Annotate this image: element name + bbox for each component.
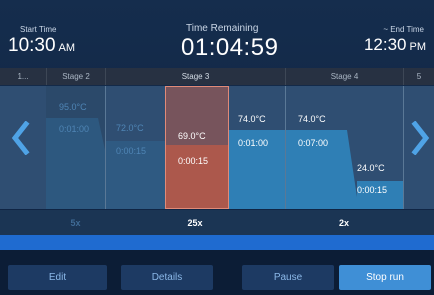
start-ampm: AM (58, 42, 76, 54)
protocol-graph: 95.0°C 0:01:00 72.0°C 0:00:15 69.0°C 0:0… (0, 86, 434, 209)
stage-tab-3[interactable]: Stage 3 (105, 68, 285, 85)
stage-tab-5[interactable]: 5 (403, 68, 434, 85)
end-time-value: 12:30 PM (364, 35, 426, 55)
step-2-temp: 72.0°C (116, 123, 144, 133)
stage-tab-4[interactable]: Stage 4 (285, 68, 403, 85)
step-5-temp[interactable]: 74.0°C (298, 114, 326, 124)
step-4-time[interactable]: 0:01:00 (238, 138, 268, 148)
ramp-5-6 (347, 130, 357, 209)
step-1-time: 0:01:00 (59, 124, 90, 134)
stage-2-cycles: 5x (70, 217, 81, 228)
start-time-label: Start Time (20, 25, 57, 34)
pause-button[interactable]: Pause (242, 265, 334, 290)
run-screen: Start Time 10:30 AM Time Remaining 01:04:… (0, 0, 434, 295)
stage-tab-2[interactable]: Stage 2 (46, 68, 105, 85)
stage-tab-1[interactable]: 1... (0, 68, 46, 85)
active-step-highlight (165, 86, 229, 209)
chevron-right-icon[interactable] (410, 121, 430, 155)
step-3-temp[interactable]: 69.0°C (178, 131, 206, 141)
details-button[interactable]: Details (121, 265, 213, 290)
stage-header-bar: 1... Stage 2 Stage 3 Stage 4 5 (0, 68, 434, 85)
step-4-temp[interactable]: 74.0°C (238, 114, 266, 124)
stop-run-button[interactable]: Stop run (339, 265, 431, 290)
start-time-value: 10:30 AM (8, 35, 75, 57)
step-6-time[interactable]: 0:00:15 (357, 185, 387, 195)
step-5-time[interactable]: 0:07:00 (298, 138, 328, 148)
stage-divider (403, 86, 404, 209)
end-time-label: ~ End Time (383, 25, 424, 34)
action-bar: Edit Details Pause Stop run (0, 250, 434, 295)
edit-button[interactable]: Edit (8, 265, 107, 290)
end-ampm: PM (409, 41, 427, 53)
start-time: 10:30 (8, 35, 56, 56)
time-remaining-value: 01:04:59 (181, 34, 279, 61)
time-remaining-label: Time Remaining (186, 23, 259, 34)
stage-divider (285, 86, 286, 209)
step-6-temp[interactable]: 24.0°C (357, 163, 385, 173)
progress-strip (0, 235, 434, 250)
step-2-time: 0:00:15 (116, 146, 147, 156)
run-header: Start Time 10:30 AM Time Remaining 01:04:… (0, 0, 434, 66)
stage-divider (105, 86, 106, 209)
chevron-left-icon[interactable] (11, 121, 31, 155)
stage-4-cycles: 2x (338, 217, 349, 228)
step-3-time[interactable]: 0:00:15 (178, 156, 208, 166)
cycles-bar: 5x 25x 2x (0, 210, 434, 235)
stage-3-cycles: 25x (187, 217, 203, 228)
step-1-temp: 95.0°C (59, 102, 87, 112)
end-time: 12:30 (363, 35, 407, 54)
